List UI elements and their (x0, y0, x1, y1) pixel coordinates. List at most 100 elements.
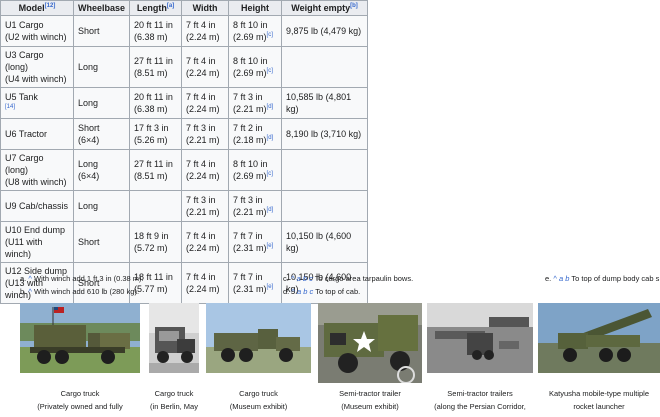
header-width: Width (181, 0, 230, 16)
width-cell-text: 7 ft 4 in (186, 272, 216, 282)
height-cell: 7 ft 7 in (2.31 m)[e] (228, 221, 283, 263)
length-cell-text: 27 ft 11 in (134, 159, 173, 169)
height-cell: 7 ft 2 in (2.18 m)[d] (228, 118, 283, 150)
height-cell: 8 ft 10 in (2.69 m)[c] (228, 15, 283, 47)
length-cell: 27 ft 11 in (8.51 m) (129, 149, 183, 191)
table-row: U1 Cargo (U2 with winch) Short 20 ft 11 in (… (0, 15, 369, 47)
length-cell-text: (5.77 m) (134, 284, 168, 294)
model-cell-text: U10 End dump (5, 225, 66, 235)
ref-link[interactable]: [e] (267, 243, 274, 249)
note-d: d. ^ a b c To top of cab. (283, 287, 361, 296)
width-cell: 7 ft 4 in (2.24 m) (181, 221, 230, 263)
model-cell: U9 Cab/chassis (0, 190, 74, 222)
semi-tractor-trailer-photo-icon[interactable] (318, 303, 422, 383)
table-row: U3 Cargo (long) (U4 with winch) Long 27 ft … (0, 46, 369, 88)
model-cell-text: (U11 with winch) (5, 237, 43, 259)
ref-link[interactable]: [14] (5, 104, 15, 110)
wheelbase-cell: Long (6×4) (72, 149, 131, 191)
ref-link[interactable]: [e] (267, 284, 274, 290)
gallery-caption: Cargo truck (Privately owned and fully (37, 389, 123, 411)
height-cell-text: 7 ft 7 in (233, 231, 263, 241)
backlinks[interactable]: a b (559, 274, 569, 283)
note-e: e. ^ a b To top of dump body cab s (545, 274, 660, 283)
ref-link[interactable]: [c] (267, 171, 273, 177)
wheelbase-cell: Long (72, 190, 131, 222)
header-model: Model[12] (0, 0, 74, 16)
cargo-truck-photo-icon[interactable] (20, 303, 140, 373)
wheelbase-cell: Long (72, 46, 131, 88)
height-cell: 8 ft 10 in (2.69 m)[c] (228, 46, 283, 88)
table-row: U9 Cab/chassis Long 7 ft 3 in (2.21 m) 7 ft … (0, 190, 369, 222)
katyusha-rocket-launcher-photo-icon[interactable] (538, 303, 660, 373)
height-cell-text: 7 ft 7 in (233, 272, 263, 282)
ref-link[interactable]: [12] (45, 3, 56, 9)
ref-link[interactable]: [b] (350, 3, 358, 9)
ref-link[interactable]: [d] (267, 207, 274, 213)
weight-cell-text: 8,190 lb (3,710 kg) (286, 129, 362, 139)
wheelbase-cell-text: Long (78, 159, 99, 169)
table-row: U6 Tractor Short (6×4) 17 ft 3 in (5.26 m) 7 … (0, 118, 369, 150)
width-cell-text: (2.24 m) (186, 243, 220, 253)
width-cell: 7 ft 4 in (2.24 m) (181, 149, 230, 191)
width-cell-text: 7 ft 3 in (186, 123, 216, 133)
ref-link[interactable]: [c] (267, 32, 273, 38)
height-cell: 7 ft 3 in (2.21 m)[d] (228, 87, 283, 119)
ref-link[interactable]: [d] (267, 135, 274, 141)
backlink-caret[interactable]: ^ (28, 274, 32, 283)
model-cell-text: U6 Tractor (5, 129, 48, 139)
height-cell: 7 ft 3 in (2.21 m)[d] (228, 190, 283, 222)
model-cell: U10 End dump (U11 with winch) (0, 221, 74, 263)
width-cell-text: 7 ft 4 in (186, 92, 216, 102)
note-a: a. ^ With winch add 1 ft 3 in (0.38 m). (20, 274, 144, 283)
wheelbase-cell: Short (6×4) (72, 118, 131, 150)
model-cell: U7 Cargo (long) (U8 with winch) (0, 149, 74, 191)
height-cell-text: 7 ft 2 in (233, 123, 263, 133)
backlink-caret[interactable]: ^ (291, 287, 295, 296)
header-length: Length[a] (129, 0, 183, 16)
cargo-truck-museum-photo-icon[interactable] (206, 303, 311, 373)
width-cell-text: (2.21 m) (186, 135, 220, 145)
ref-link[interactable]: [a] (167, 3, 174, 9)
width-cell-text: (2.24 m) (186, 104, 220, 114)
width-cell-text: (2.24 m) (186, 171, 220, 181)
height-cell-text: (2.69 m) (233, 68, 267, 78)
wheelbase-cell: Short (72, 221, 131, 263)
length-cell: 27 ft 11 in (8.51 m) (129, 46, 183, 88)
height-cell-text: (2.31 m) (233, 243, 267, 253)
ref-link[interactable]: [d] (267, 104, 274, 110)
gallery-caption: Cargo truck (Museum exhibit) (229, 389, 288, 411)
note-b: b. ^ With winch add 610 lb (280 kg). (20, 287, 140, 296)
length-cell-text: (6.38 m) (134, 104, 168, 114)
wheelbase-cell-text: Short (78, 123, 100, 133)
length-cell: 17 ft 3 in (5.26 m) (129, 118, 183, 150)
model-cell-text: U5 Tank (5, 92, 38, 102)
backlink-caret[interactable]: ^ (291, 274, 295, 283)
header-weight-empty: Weight empty[b] (281, 0, 369, 16)
height-cell-text: (2.69 m) (233, 32, 267, 42)
model-cell: U3 Cargo (long) (U4 with winch) (0, 46, 74, 88)
ref-link[interactable]: [c] (267, 68, 273, 74)
wheelbase-cell-text: Long (78, 98, 99, 108)
backlink-caret[interactable]: ^ (553, 274, 557, 283)
backlinks[interactable]: a b c (297, 274, 313, 283)
width-cell: 7 ft 4 in (2.24 m) (181, 15, 230, 47)
backlinks[interactable]: a b c (297, 287, 313, 296)
length-cell-text: (8.51 m) (134, 68, 168, 78)
weight-cell-text: 9,875 lb (4,479 kg) (286, 26, 362, 36)
backlink-caret[interactable]: ^ (28, 287, 32, 296)
weight-cell-text: 10,150 lb (4,600 kg) (286, 231, 352, 253)
height-cell-text: (2.21 m) (233, 207, 267, 217)
length-cell: 20 ft 11 in (6.38 m) (129, 15, 183, 47)
cargo-truck-berlin-photo-icon[interactable] (149, 303, 199, 373)
width-cell: 7 ft 3 in (2.21 m) (181, 118, 230, 150)
height-cell: 7 ft 7 in (2.31 m)[e] (228, 262, 283, 304)
width-cell-text: (2.24 m) (186, 32, 220, 42)
semi-tractor-trailers-photo-icon[interactable] (427, 303, 533, 373)
width-cell-text: 7 ft 4 in (186, 20, 216, 30)
length-cell-text: (6.38 m) (134, 32, 168, 42)
model-cell-text: (U4 with winch) (5, 74, 67, 84)
height-cell-text: (2.69 m) (233, 171, 267, 181)
length-cell: 18 ft 9 in (5.72 m) (129, 221, 183, 263)
width-cell-text: 7 ft 4 in (186, 231, 216, 241)
height-cell-text: 8 ft 10 in (233, 20, 268, 30)
